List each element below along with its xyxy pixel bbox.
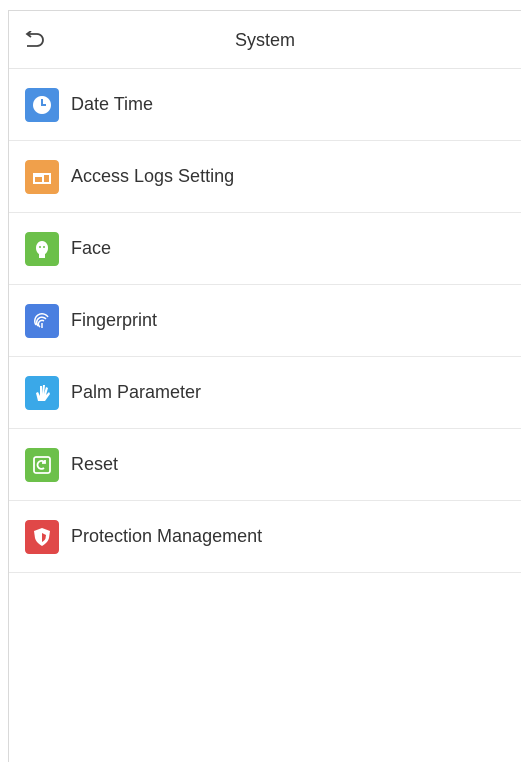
shield-icon	[25, 519, 59, 554]
menu-item-access-logs-setting[interactable]: Access Logs Setting	[9, 141, 521, 213]
system-menu: Date Time Access Logs Setting Face Finge…	[9, 69, 521, 573]
clock-icon	[25, 87, 59, 122]
menu-item-label: Palm Parameter	[71, 382, 202, 402]
menu-item-label: Protection Management	[71, 526, 263, 546]
menu-item-fingerprint[interactable]: Fingerprint	[9, 285, 521, 357]
back-arrow-icon	[25, 31, 44, 47]
back-button[interactable]	[19, 26, 49, 54]
page-title: System	[234, 30, 295, 50]
menu-item-label: Access Logs Setting	[71, 166, 235, 186]
system-screen: System Date Time Access Logs Setting Fac…	[8, 10, 521, 762]
menu-item-protection-management[interactable]: Protection Management	[9, 501, 521, 573]
menu-item-date-time[interactable]: Date Time	[9, 69, 521, 141]
header-bar: System	[9, 11, 521, 69]
reset-icon	[25, 447, 59, 482]
face-icon	[25, 231, 59, 266]
menu-item-label: Face	[71, 238, 112, 258]
menu-item-label: Date Time	[71, 94, 154, 114]
menu-item-palm-parameter[interactable]: Palm Parameter	[9, 357, 521, 429]
menu-item-reset[interactable]: Reset	[9, 429, 521, 501]
palm-icon	[25, 375, 59, 410]
fingerprint-icon	[25, 303, 59, 338]
menu-item-face[interactable]: Face	[9, 213, 521, 285]
menu-item-label: Fingerprint	[71, 310, 158, 330]
logs-icon	[25, 159, 59, 194]
menu-item-label: Reset	[71, 454, 119, 474]
